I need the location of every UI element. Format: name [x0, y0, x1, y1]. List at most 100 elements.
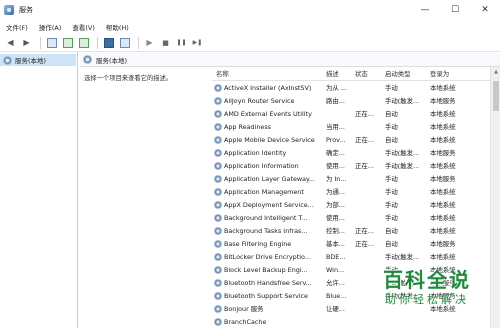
service-description: 为部...: [326, 201, 345, 209]
properties-button[interactable]: [118, 36, 131, 49]
service-log-on-as: 本地服务: [430, 175, 456, 183]
service-log-on-as: 本地系统: [430, 214, 456, 222]
toolbar-separator: [40, 36, 41, 49]
toolbar-separator: [138, 36, 139, 49]
service-name: BitLocker Drive Encryptio...: [224, 252, 311, 261]
watermark-title: 百科全说: [383, 268, 471, 292]
service-name-cell: Bluetooth Support Service: [212, 291, 324, 300]
console-tree-icon: [46, 37, 57, 48]
column-header-startup-type[interactable]: 启动类型: [383, 69, 428, 78]
show-hide-tree-button[interactable]: [45, 36, 58, 49]
restart-service-button[interactable]: ▶❚: [191, 36, 204, 49]
service-name-cell: Block Level Backup Engi...: [212, 265, 324, 274]
stop-service-button[interactable]: ■: [159, 36, 172, 49]
service-log-on-as: 本地服务: [430, 97, 456, 105]
service-name-cell: Bluetooth Handsfree Serv...: [212, 278, 324, 287]
vertical-scrollbar[interactable]: ▲: [490, 67, 500, 328]
service-gear-icon: [214, 213, 222, 222]
table-row[interactable]: Application Management 为通... 手动 本地系统: [212, 185, 490, 198]
service-description: 确定...: [326, 149, 345, 157]
service-description: Prov...: [326, 135, 346, 144]
service-description: 让硬...: [326, 305, 345, 313]
service-name: AppX Deployment Service...: [224, 200, 314, 209]
back-arrow-icon[interactable]: ◀: [4, 36, 17, 49]
table-row[interactable]: Background Intelligent T... 使用... 手动 本地系统: [212, 211, 490, 224]
service-gear-icon: [214, 96, 222, 105]
service-startup-type: 手动: [385, 123, 398, 131]
service-name: Apple Mobile Device Service: [224, 135, 315, 144]
service-gear-icon: [214, 83, 222, 92]
description-panel: 选择一个项目来查看它的描述。: [80, 67, 212, 328]
table-row[interactable]: Background Tasks Infras... 控制... 正在... 自动 本地…: [212, 224, 490, 237]
scroll-thumb[interactable]: [493, 81, 499, 111]
service-startup-type: 手动: [385, 214, 398, 222]
table-row[interactable]: Apple Mobile Device Service Prov... 正在... 自…: [212, 133, 490, 146]
service-gear-icon: [214, 226, 222, 235]
column-header-status[interactable]: 状态: [353, 69, 383, 78]
service-startup-type: 自动: [385, 136, 398, 144]
service-startup-type: 自动: [385, 240, 398, 248]
menu-help[interactable]: 帮助(H): [106, 22, 129, 32]
table-row[interactable]: Application Identity 确定... 手动(触发... 本地服务: [212, 146, 490, 159]
pause-service-button[interactable]: ❚❚: [175, 36, 188, 49]
menu-view[interactable]: 查看(V): [72, 22, 95, 32]
tree-item-services-local[interactable]: 服务(本地): [0, 54, 76, 66]
column-header-name[interactable]: 名称: [212, 69, 324, 78]
column-header-description[interactable]: 描述: [324, 69, 353, 78]
help-button[interactable]: [102, 36, 115, 49]
service-gear-icon: [214, 148, 222, 157]
service-description: 使用...: [326, 162, 345, 170]
service-gear-icon: [214, 161, 222, 170]
start-service-button[interactable]: ▶: [143, 36, 156, 49]
table-row[interactable]: AllJoyn Router Service 路由... 手动(触发... 本地服务: [212, 94, 490, 107]
service-name-cell: Application Layer Gateway...: [212, 174, 324, 183]
service-description: 为 In...: [326, 175, 347, 183]
service-name: App Readiness: [224, 122, 271, 131]
table-row[interactable]: App Readiness 当用... 手动 本地系统: [212, 120, 490, 133]
table-row[interactable]: Application Layer Gateway... 为 In... 手动 本地服…: [212, 172, 490, 185]
service-name: Application Management: [224, 187, 304, 196]
refresh-icon: [62, 37, 73, 48]
service-gear-icon: [214, 317, 222, 326]
service-startup-type: 手动: [385, 84, 398, 92]
service-log-on-as: 本地服务: [430, 240, 456, 248]
service-name: Application Layer Gateway...: [224, 174, 315, 183]
close-button[interactable]: ✕: [470, 0, 500, 20]
table-row[interactable]: ActiveX Installer (AxInstSV) 为从 ... 手动 本地系统: [212, 81, 490, 94]
menu-bar: 文件(F) 操作(A) 查看(V) 帮助(H): [0, 20, 500, 34]
service-name: Block Level Backup Engi...: [224, 265, 308, 274]
service-log-on-as: 本地系统: [430, 84, 456, 92]
pane-header-title: 服务(本地): [96, 56, 128, 65]
service-gear-icon: [214, 265, 222, 274]
service-log-on-as: 本地系统: [430, 123, 456, 131]
table-row[interactable]: Application Information 使用... 正在... 手动(触发..…: [212, 159, 490, 172]
service-gear-icon: [214, 304, 222, 313]
service-log-on-as: 本地系统: [430, 188, 456, 196]
service-log-on-as: 本地系统: [430, 227, 456, 235]
service-description: 控制...: [326, 227, 345, 235]
service-startup-type: 手动(触发...: [385, 149, 420, 157]
forward-arrow-icon[interactable]: ▶: [20, 36, 33, 49]
service-gear-icon: [214, 278, 222, 287]
menu-action[interactable]: 操作(A): [39, 22, 62, 32]
maximize-button[interactable]: ☐: [440, 0, 470, 20]
properties-icon: [119, 37, 130, 48]
table-row[interactable]: Base Filtering Engine 基本... 正在... 自动 本地服务: [212, 237, 490, 250]
table-row[interactable]: AMD External Events Utility 正在... 自动 本地系统: [212, 107, 490, 120]
export-list-button[interactable]: [77, 36, 90, 49]
service-log-on-as: 本地服务: [430, 149, 456, 157]
table-row[interactable]: BitLocker Drive Encryptio... BDE... 手动(触发.…: [212, 250, 490, 263]
minimize-button[interactable]: —: [410, 0, 440, 20]
service-gear-icon: [214, 135, 222, 144]
console-tree: 服务(本地): [0, 52, 78, 328]
table-row[interactable]: AppX Deployment Service... 为部... 手动 本地系统: [212, 198, 490, 211]
service-startup-type: 自动: [385, 110, 398, 118]
menu-file[interactable]: 文件(F): [6, 22, 28, 32]
column-header-log-on-as[interactable]: 登录为: [428, 69, 490, 78]
refresh-button[interactable]: [61, 36, 74, 49]
service-log-on-as: 本地系统: [430, 201, 456, 209]
service-name-cell: Application Information: [212, 161, 324, 170]
service-name: Application Information: [224, 161, 299, 170]
scroll-up-arrow-icon[interactable]: ▲: [491, 67, 500, 77]
gear-icon: [83, 55, 92, 64]
